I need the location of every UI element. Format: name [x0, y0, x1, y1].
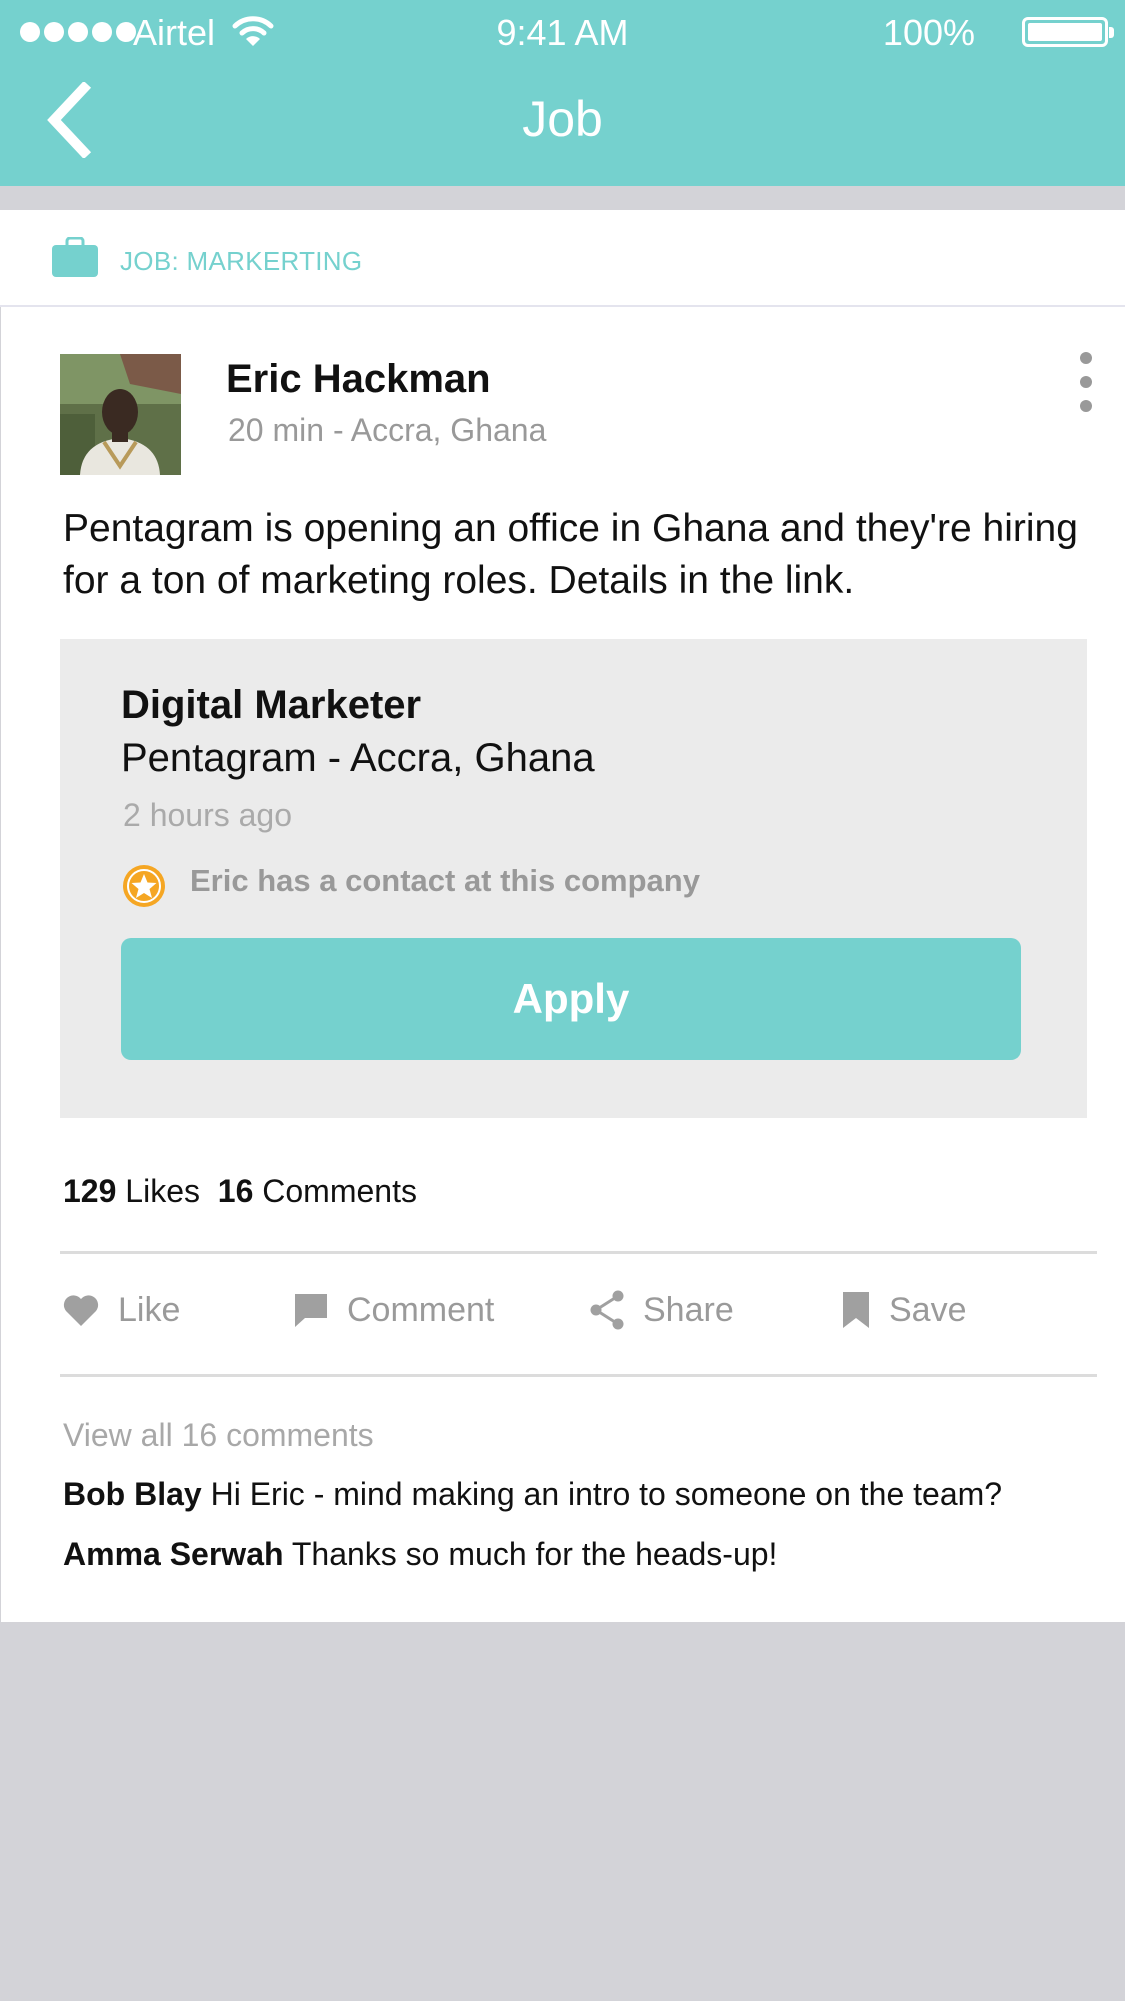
header-divider	[0, 186, 1125, 210]
comment-author[interactable]: Amma Serwah	[63, 1536, 284, 1572]
post-body: Pentagram is opening an office in Ghana …	[63, 507, 1078, 602]
comment-author[interactable]: Bob Blay	[63, 1476, 202, 1512]
back-chevron-icon[interactable]	[44, 82, 96, 158]
battery-icon	[1022, 17, 1114, 47]
post-meta: 20 min - Accra, Ghana	[228, 412, 547, 448]
app-header: Airtel 9:41 AM 100% Job	[0, 0, 1125, 186]
share-label: Share	[643, 1290, 734, 1329]
author-avatar[interactable]	[60, 354, 181, 475]
apply-button[interactable]: Apply	[121, 938, 1021, 1060]
job-category-bar: JOB: MARKERTING	[0, 210, 1125, 307]
more-options-icon[interactable]	[1071, 352, 1101, 412]
engagement-counts: 129 Likes 16 Comments	[63, 1173, 417, 1210]
heart-icon	[63, 1295, 99, 1326]
bookmark-icon	[843, 1292, 869, 1328]
share-button[interactable]: Share	[589, 1285, 734, 1335]
divider	[60, 1251, 1097, 1254]
comment-text: Hi Eric - mind making an intro to someon…	[210, 1476, 1003, 1512]
status-bar: Airtel 9:41 AM 100%	[0, 0, 1125, 70]
comment-item: Bob Blay Hi Eric - mind making an intro …	[63, 1476, 1002, 1513]
contact-note: Eric has a contact at this company	[190, 863, 700, 898]
likes-count: 129	[63, 1173, 117, 1209]
job-listing-card[interactable]: Digital Marketer Pentagram - Accra, Ghan…	[60, 639, 1087, 1118]
job-posted-time: 2 hours ago	[123, 797, 293, 833]
divider	[60, 1374, 1097, 1377]
comment-label: Comment	[347, 1290, 495, 1329]
job-company-location: Pentagram - Accra, Ghana	[121, 736, 595, 780]
comments-count: 16	[217, 1173, 254, 1209]
like-button[interactable]: Like	[62, 1285, 180, 1335]
view-all-comments-link[interactable]: View all 16 comments	[63, 1417, 374, 1454]
comment-item: Amma Serwah Thanks so much for the heads…	[63, 1536, 777, 1573]
briefcase-icon	[52, 237, 98, 277]
save-button[interactable]: Save	[841, 1285, 967, 1335]
comment-button[interactable]: Comment	[293, 1285, 494, 1335]
likes-label: Likes	[125, 1173, 200, 1209]
comment-text: Thanks so much for the heads-up!	[291, 1536, 778, 1572]
star-badge-icon	[123, 865, 165, 907]
save-label: Save	[889, 1290, 967, 1329]
page-title: Job	[522, 91, 603, 147]
author-name[interactable]: Eric Hackman	[226, 357, 491, 402]
like-label: Like	[118, 1290, 181, 1329]
share-icon	[590, 1290, 624, 1330]
speech-bubble-icon	[295, 1294, 327, 1327]
job-title: Digital Marketer	[121, 683, 422, 727]
job-category-label: JOB: MARKERTING	[120, 246, 363, 276]
comments-label: Comments	[262, 1173, 417, 1209]
battery-percent: 100%	[882, 12, 975, 53]
job-post-card: Eric Hackman 20 min - Accra, Ghana Penta…	[1, 307, 1125, 1622]
